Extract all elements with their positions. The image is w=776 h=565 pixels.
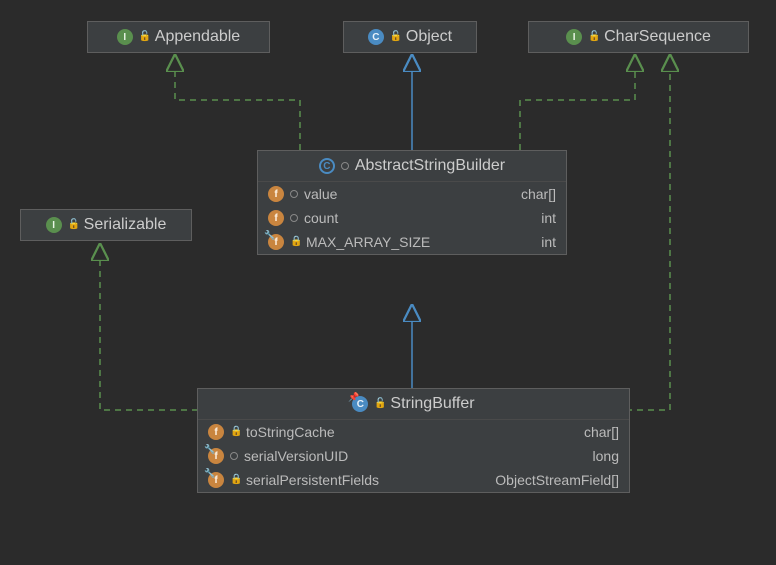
wrench-icon: 🔧 [264, 230, 275, 241]
field-name: MAX_ARRAY_SIZE [306, 234, 430, 250]
interface-icon: I [117, 29, 133, 45]
pin-icon: 📌 [348, 392, 359, 403]
node-title: I 🔓 Serializable [21, 210, 191, 240]
public-icon: 🔓 [588, 32, 598, 42]
field-name: value [304, 186, 337, 202]
node-label: StringBuffer [390, 395, 474, 413]
private-icon: 🔒 [230, 427, 240, 437]
private-icon: 🔒 [290, 237, 300, 247]
node-title: 📌C 🔓 StringBuffer [198, 389, 629, 420]
class-icon: C [368, 29, 384, 45]
abstract-class-icon: C [319, 158, 335, 174]
package-icon [341, 162, 349, 170]
public-icon: 🔓 [374, 399, 384, 409]
node-title: I 🔓 Appendable [88, 22, 269, 52]
public-icon: 🔓 [139, 32, 149, 42]
fields: f 🔒 toStringCache char[] 🔧f serialVersio… [198, 420, 629, 492]
node-title: C AbstractStringBuilder [258, 151, 566, 182]
interface-icon: I [46, 217, 62, 233]
field-type: long [593, 448, 619, 464]
field-row: f 🔒 toStringCache char[] [198, 420, 629, 444]
field-row: 🔧f 🔒 serialPersistentFields ObjectStream… [198, 468, 629, 492]
field-type: char[] [584, 424, 619, 440]
field-static-icon: 🔧f [208, 448, 224, 464]
field-type: int [541, 210, 556, 226]
node-object[interactable]: C 🔓 Object [343, 21, 477, 53]
field-row: 🔧f 🔒 MAX_ARRAY_SIZE int [258, 230, 566, 254]
field-name: serialVersionUID [244, 448, 348, 464]
field-name: serialPersistentFields [246, 472, 379, 488]
field-icon: f [208, 424, 224, 440]
fields: f value char[] f count int 🔧f 🔒 MAX_ARRA… [258, 182, 566, 254]
field-icon: f [268, 186, 284, 202]
node-stringbuffer[interactable]: 📌C 🔓 StringBuffer f 🔒 toStringCache char… [197, 388, 630, 493]
final-class-icon: 📌C [352, 396, 368, 412]
field-icon: f [268, 210, 284, 226]
interface-icon: I [566, 29, 582, 45]
node-label: Object [406, 28, 452, 46]
node-charsequence[interactable]: I 🔓 CharSequence [528, 21, 749, 53]
field-name: toStringCache [246, 424, 335, 440]
node-label: Appendable [155, 28, 240, 46]
node-serializable[interactable]: I 🔓 Serializable [20, 209, 192, 241]
node-abstractstringbuilder[interactable]: C AbstractStringBuilder f value char[] f… [257, 150, 567, 255]
field-row: f value char[] [258, 182, 566, 206]
field-name: count [304, 210, 338, 226]
field-static-icon: 🔧f [208, 472, 224, 488]
field-type: char[] [521, 186, 556, 202]
package-vis-icon [290, 214, 298, 222]
node-label: Serializable [84, 216, 167, 234]
package-vis-icon [230, 452, 238, 460]
public-icon: 🔓 [68, 220, 78, 230]
field-static-icon: 🔧f [268, 234, 284, 250]
private-icon: 🔒 [230, 475, 240, 485]
field-type: ObjectStreamField[] [495, 472, 619, 488]
package-vis-icon [290, 190, 298, 198]
wrench-icon: 🔧 [204, 444, 215, 455]
node-appendable[interactable]: I 🔓 Appendable [87, 21, 270, 53]
field-row: f count int [258, 206, 566, 230]
node-title: I 🔓 CharSequence [529, 22, 748, 52]
node-label: CharSequence [604, 28, 711, 46]
public-icon: 🔓 [390, 32, 400, 42]
node-label: AbstractStringBuilder [355, 157, 505, 175]
node-title: C 🔓 Object [344, 22, 476, 52]
field-type: int [541, 234, 556, 250]
wrench-icon: 🔧 [204, 468, 215, 479]
field-row: 🔧f serialVersionUID long [198, 444, 629, 468]
